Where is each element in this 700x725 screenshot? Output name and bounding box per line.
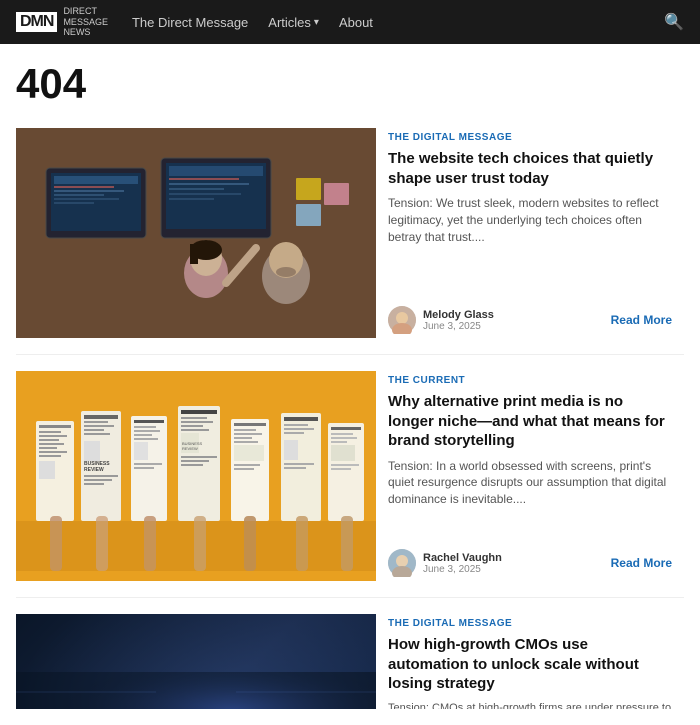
article-image-ai: Ai [16,614,376,709]
article-meta: Melody Glass June 3, 2025 Read More [388,306,672,334]
author-info: Rachel Vaughn June 3, 2025 [388,549,502,577]
error-code: 404 [16,60,684,108]
svg-text:REVIEW: REVIEW [84,467,104,473]
avatar [388,549,416,577]
logo-box: DMN [16,12,57,32]
article-card: Ai THE DIGITAL MESSAGE How high-growth C… [16,614,684,709]
article-card: BUSINESS REVIEW [16,371,684,598]
article-content-1: THE DIGITAL MESSAGE The website tech cho… [376,128,684,338]
logo[interactable]: DMN DIRECTMESSAGENEWS [16,6,108,38]
nav-item-about[interactable]: About [339,14,373,30]
search-icon: 🔍 [664,14,684,31]
author-name: Melody Glass [423,309,494,321]
article-excerpt: Tension: CMOs at high-growth firms are u… [388,701,672,710]
article-content-2: THE CURRENT Why alternative print media … [376,371,684,581]
article-category: THE CURRENT [388,375,672,386]
svg-text:REVIEW: REVIEW [182,446,198,451]
article-excerpt: Tension: In a world obsessed with screen… [388,458,672,540]
article-title: Why alternative print media is no longer… [388,392,672,451]
article-image-print: BUSINESS REVIEW [16,371,376,581]
nav-item-direct[interactable]: The Direct Message [132,14,248,30]
article-category: THE DIGITAL MESSAGE [388,132,672,143]
article-title: The website tech choices that quietly sh… [388,149,672,188]
article-content-3: THE DIGITAL MESSAGE How high-growth CMOs… [376,614,684,709]
nav-links: The Direct Message Articles ▾ About [132,14,664,30]
article-excerpt: Tension: We trust sleek, modern websites… [388,195,672,296]
page-content: 404 [0,44,700,709]
read-more-button[interactable]: Read More [611,556,672,570]
read-more-button[interactable]: Read More [611,313,672,327]
author-details: Rachel Vaughn June 3, 2025 [423,552,502,575]
search-button[interactable]: 🔍 [664,12,684,32]
nav-link-about[interactable]: About [339,15,373,30]
navigation: DMN DIRECTMESSAGENEWS The Direct Message… [0,0,700,44]
chevron-down-icon: ▾ [314,17,319,28]
article-category: THE DIGITAL MESSAGE [388,618,672,629]
nav-item-articles[interactable]: Articles ▾ [268,14,319,30]
logo-subtitle: DIRECTMESSAGENEWS [63,6,108,38]
article-meta: Rachel Vaughn June 3, 2025 Read More [388,549,672,577]
article-card: THE DIGITAL MESSAGE The website tech cho… [16,128,684,355]
nav-link-direct[interactable]: The Direct Message [132,15,248,30]
avatar [388,306,416,334]
article-image-tech [16,128,376,338]
article-title: How high-growth CMOs use automation to u… [388,635,672,694]
author-details: Melody Glass June 3, 2025 [423,309,494,332]
author-date: June 3, 2025 [423,564,502,575]
nav-link-articles[interactable]: Articles ▾ [268,15,319,30]
author-info: Melody Glass June 3, 2025 [388,306,494,334]
author-name: Rachel Vaughn [423,552,502,564]
author-date: June 3, 2025 [423,321,494,332]
